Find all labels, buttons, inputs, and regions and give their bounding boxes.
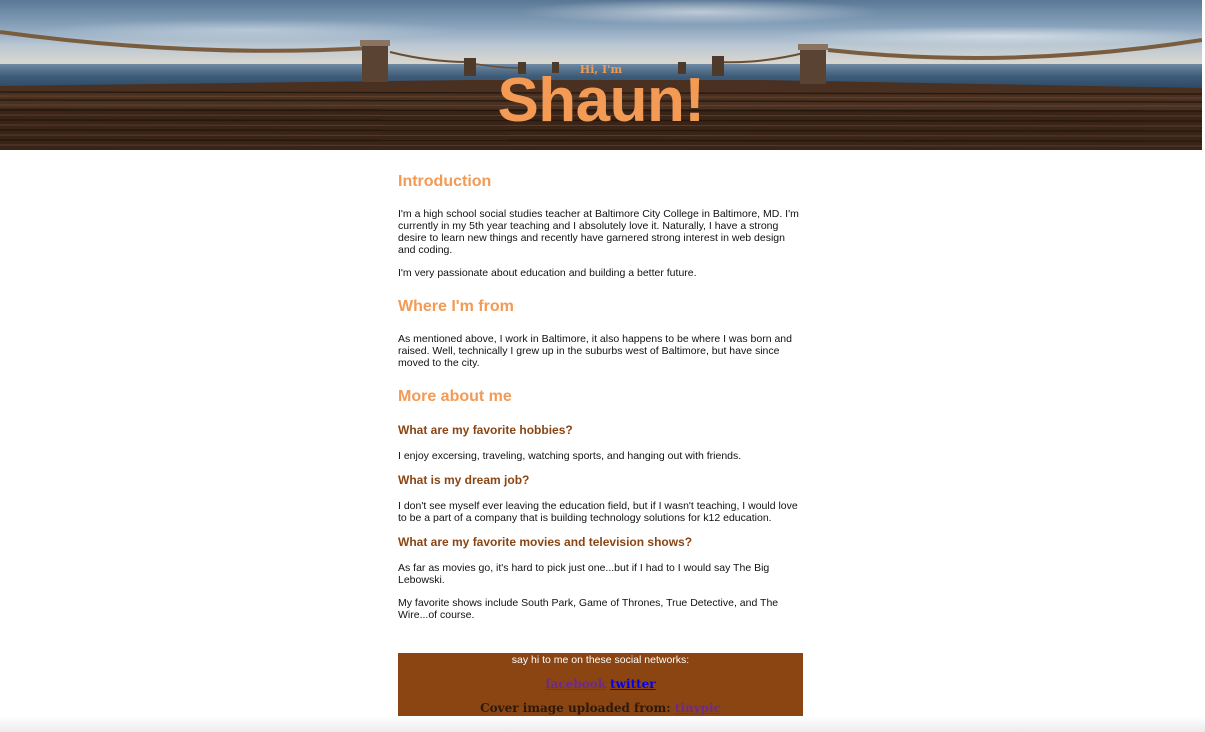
dream-job-answer: I don't see myself ever leaving the educ…	[398, 500, 798, 524]
introduction-section: Introduction I'm a high school social st…	[398, 172, 803, 279]
introduction-paragraph: I'm very passionate about education and …	[398, 267, 697, 279]
tinypic-link[interactable]: tinypic	[675, 701, 721, 715]
social-links: facebook twitter	[398, 677, 803, 692]
dream-job-question: What is my dream job?	[398, 473, 530, 487]
introduction-paragraph: I'm a high school social studies teacher…	[398, 208, 799, 256]
window-bottom-shadow	[0, 716, 1205, 732]
hero-banner: Hi, I'm Shaun!	[0, 0, 1202, 150]
more-about-heading: More about me	[398, 388, 512, 405]
movies-shows-question: What are my favorite movies and televisi…	[398, 535, 693, 549]
hero-title: Hi, I'm Shaun!	[0, 0, 1202, 150]
where-from-paragraph: As mentioned above, I work in Baltimore,…	[398, 333, 792, 369]
footer: say hi to me on these social networks: f…	[398, 653, 803, 716]
facebook-link[interactable]: facebook	[545, 677, 606, 691]
hobbies-question: What are my favorite hobbies?	[398, 423, 573, 437]
where-from-heading: Where I'm from	[398, 298, 514, 315]
movies-answer: As far as movies go, it's hard to pick j…	[398, 562, 770, 586]
hobbies-answer: I enjoy excersing, traveling, watching s…	[398, 450, 742, 462]
shows-answer: My favorite shows include South Park, Ga…	[398, 597, 779, 621]
more-about-section: More about me What are my favorite hobbi…	[398, 387, 803, 621]
social-networks-text: say hi to me on these social networks:	[511, 654, 690, 666]
twitter-link[interactable]: twitter	[610, 677, 655, 691]
cover-image-credit: Cover image uploaded from: tinypic	[398, 701, 803, 716]
where-from-section: Where I'm from As mentioned above, I wor…	[398, 297, 803, 369]
main-content: Introduction I'm a high school social st…	[398, 162, 803, 632]
introduction-heading: Introduction	[398, 173, 492, 190]
hero-name: Shaun!	[497, 66, 705, 135]
credit-text: Cover image uploaded from:	[480, 701, 671, 715]
